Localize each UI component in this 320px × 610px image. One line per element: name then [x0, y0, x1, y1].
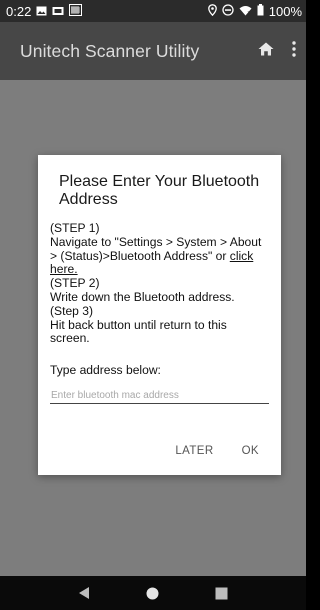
recents-icon[interactable]	[207, 578, 237, 608]
wifi-icon: x	[239, 4, 252, 19]
app-title: Unitech Scanner Utility	[20, 40, 200, 61]
ok-button[interactable]: OK	[242, 445, 259, 457]
battery-icon	[257, 3, 264, 19]
screen-mirror-icon	[52, 4, 64, 19]
dialog-instructions: (STEP 1) Navigate to "Settings > System …	[50, 221, 269, 346]
image-icon	[36, 4, 47, 19]
overflow-menu-icon[interactable]	[292, 40, 296, 62]
navigation-bar	[0, 576, 306, 610]
bluetooth-address-input[interactable]	[50, 388, 269, 405]
step3-text: Hit back button until return to this scr…	[50, 317, 227, 346]
home-circle-icon[interactable]	[138, 578, 168, 608]
status-time: 0:22	[6, 3, 32, 19]
status-left: 0:22	[6, 3, 83, 19]
app-actions	[258, 40, 296, 62]
step1-instructions: Navigate to "Settings > System > About >…	[50, 235, 269, 277]
home-icon[interactable]	[258, 42, 274, 61]
step1-heading: (STEP 1)	[50, 221, 100, 235]
keyboard-icon	[69, 3, 83, 19]
status-right: x 100%	[207, 3, 302, 19]
dialog-buttons: LATER OK	[175, 445, 259, 457]
address-label: Type address below:	[50, 363, 161, 378]
step2-heading: (STEP 2)	[50, 276, 100, 291]
do-not-disturb-icon	[222, 3, 234, 19]
status-bar: 0:22 x 100%	[0, 0, 306, 22]
location-icon	[207, 3, 217, 19]
step2-text: Write down the Bluetooth address.	[50, 289, 235, 304]
dialog-title: Please Enter Your Bluetooth Address	[59, 173, 260, 208]
battery-percent: 100%	[268, 3, 302, 19]
later-button[interactable]: LATER	[175, 445, 213, 457]
back-icon[interactable]	[69, 578, 99, 608]
svg-text:x: x	[247, 10, 250, 16]
bluetooth-address-dialog: Please Enter Your Bluetooth Address (STE…	[38, 155, 281, 475]
step3-heading: (Step 3)	[50, 303, 94, 318]
app-bar: Unitech Scanner Utility	[0, 22, 306, 80]
